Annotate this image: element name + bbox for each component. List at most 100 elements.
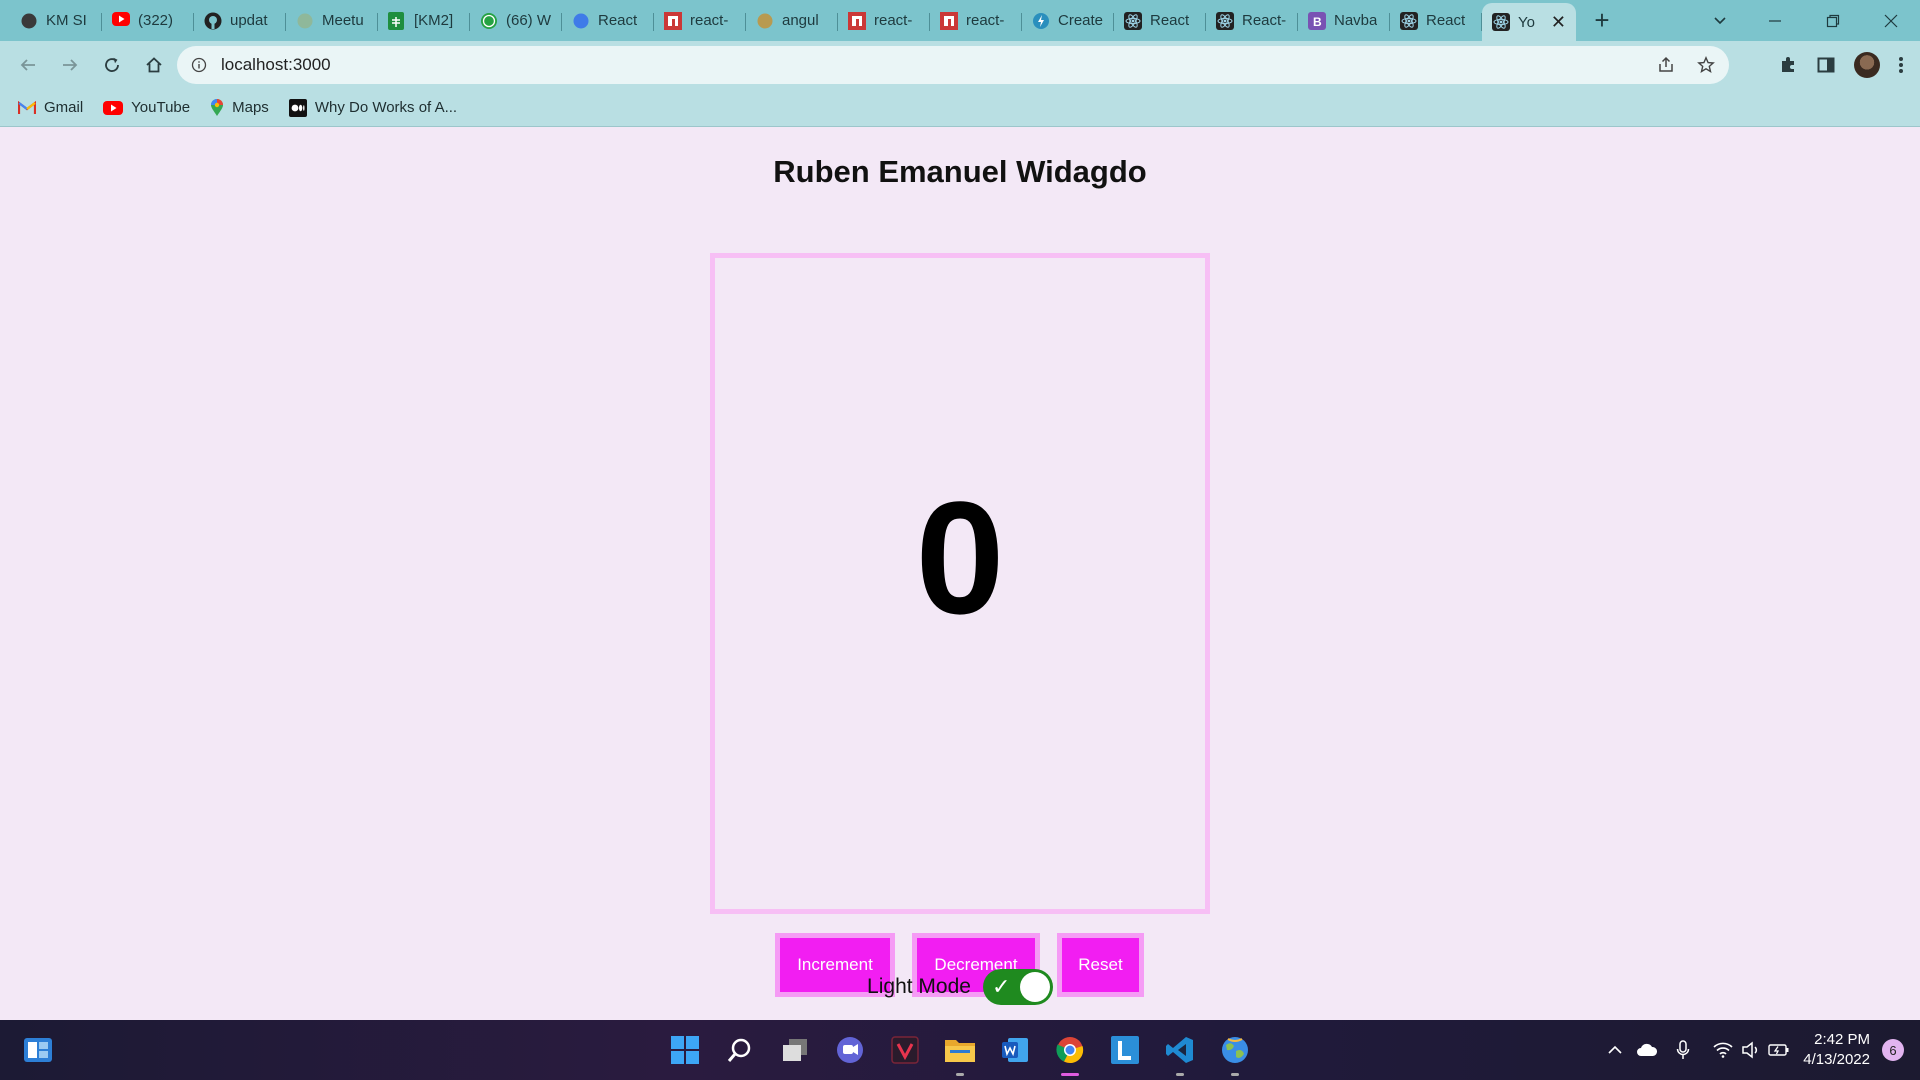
browser-tab[interactable]: React- <box>1206 4 1298 38</box>
taskbar-l-app[interactable] <box>1105 1030 1145 1070</box>
browser-tab[interactable]: [KM2] <box>378 4 470 38</box>
browser-tab[interactable]: updat <box>194 4 286 38</box>
npm-icon <box>940 11 958 30</box>
github-icon <box>204 12 222 30</box>
bookmark-label: Maps <box>232 99 269 116</box>
arrow-right-icon <box>63 59 78 71</box>
url-text[interactable]: localhost:3000 <box>221 55 331 75</box>
battery-button[interactable] <box>1765 1036 1793 1064</box>
reload-icon <box>105 57 119 72</box>
minimize-button[interactable] <box>1746 0 1804 41</box>
browser-tab[interactable]: react- <box>930 4 1022 38</box>
task-view-button[interactable] <box>775 1030 815 1070</box>
tab-search-button[interactable] <box>1705 0 1735 41</box>
tab-label: (322) <box>138 12 174 29</box>
browser-tab[interactable]: React <box>1390 4 1482 38</box>
forward-button[interactable] <box>50 45 90 85</box>
medium-icon <box>288 98 307 117</box>
react-icon <box>1400 11 1418 30</box>
onedrive-button[interactable] <box>1633 1036 1661 1064</box>
browser-tab[interactable]: angul <box>746 4 838 38</box>
show-hidden-icons-button[interactable] <box>1601 1036 1629 1064</box>
browser-tab[interactable]: react- <box>654 4 746 38</box>
restore-button[interactable] <box>1804 0 1862 41</box>
bookmark-gmail[interactable]: Gmail <box>18 99 83 116</box>
side-panel-icon[interactable] <box>1816 55 1836 75</box>
tab-label: angul <box>782 12 819 29</box>
browser-tab[interactable]: Meetu <box>286 4 378 38</box>
new-tab-button[interactable]: + <box>1582 4 1622 38</box>
extensions-puzzle-icon[interactable] <box>1778 55 1798 75</box>
share-icon[interactable] <box>1657 56 1675 74</box>
network-button[interactable] <box>1709 1036 1737 1064</box>
theme-mode-toggle[interactable]: ✓ <box>982 969 1053 1005</box>
browser-tab[interactable]: (322) <box>102 4 194 38</box>
notification-badge[interactable]: 6 <box>1882 1039 1904 1061</box>
maps-icon <box>211 98 224 116</box>
bookmark-youtube[interactable]: YouTube <box>103 99 190 116</box>
meetup-icon <box>296 12 314 30</box>
taskbar-word[interactable] <box>995 1030 1035 1070</box>
bootstrap-icon: B <box>1308 11 1326 30</box>
taskbar-chrome[interactable] <box>1050 1030 1090 1076</box>
tab-label: react- <box>690 12 729 29</box>
theme-mode-row: Light Mode ✓ <box>0 969 1920 1005</box>
tab-label: Navba <box>1334 12 1378 29</box>
clock[interactable]: 2:42 PM 4/13/2022 <box>1803 1030 1870 1070</box>
taskbar-vivaldi[interactable] <box>885 1030 925 1070</box>
home-button[interactable] <box>134 45 174 85</box>
bookmark-label: YouTube <box>131 99 191 116</box>
taskbar-search-button[interactable] <box>720 1030 760 1070</box>
teams-chat-button[interactable] <box>830 1030 870 1070</box>
back-button[interactable] <box>8 45 48 85</box>
taskbar-file-explorer[interactable] <box>940 1030 980 1076</box>
address-bar[interactable]: localhost:3000 <box>177 46 1729 84</box>
volume-button[interactable] <box>1737 1036 1765 1064</box>
earth-app-icon <box>1222 1037 1248 1063</box>
bookmarks-bar: Gmail YouTube Maps Why Do Works of A... <box>0 89 1920 127</box>
cloud-icon <box>1637 1043 1658 1056</box>
contact-icon <box>20 12 38 30</box>
chrome-icon <box>1056 1037 1084 1064</box>
widgets-button[interactable] <box>18 1030 58 1070</box>
browser-tab-strip: KM SI (322) updat Meetu [KM2] (66) W React reac… <box>0 0 1920 41</box>
bookmark-star-icon[interactable] <box>1697 56 1715 74</box>
vscode-icon <box>1166 1037 1193 1063</box>
bookmark-maps[interactable]: Maps <box>210 98 269 117</box>
chevron-down-icon <box>1714 16 1726 24</box>
taskbar-earth-app[interactable] <box>1215 1030 1255 1076</box>
clock-time: 2:42 PM <box>1814 1031 1870 1048</box>
counter-value: 0 <box>915 468 1005 647</box>
browser-tab[interactable]: React <box>1114 4 1206 38</box>
tab-label: Create <box>1058 12 1104 29</box>
search-icon <box>727 1038 751 1062</box>
tab-list: KM SI (322) updat Meetu [KM2] (66) W React reac… <box>0 0 1622 41</box>
browser-tab[interactable]: Create <box>1022 4 1114 38</box>
file-explorer-icon <box>945 1040 975 1062</box>
tab-active[interactable]: Yo ✕ <box>1482 3 1576 41</box>
browser-tab[interactable]: B Navba <box>1298 4 1390 38</box>
pencil-icon <box>756 12 774 30</box>
browser-tab[interactable]: react- <box>838 4 930 38</box>
reload-button[interactable] <box>92 45 132 85</box>
browser-tab[interactable]: (66) W <box>470 4 562 38</box>
close-icon <box>1884 14 1898 27</box>
tab-label: [KM2] <box>414 12 454 29</box>
info-icon[interactable] <box>191 57 207 73</box>
more-menu-icon[interactable] <box>1898 55 1904 75</box>
microphone-button[interactable] <box>1669 1036 1697 1064</box>
whatsapp-icon <box>480 12 498 30</box>
tab-label: react- <box>966 12 1005 29</box>
bookmark-medium[interactable]: Why Do Works of A... <box>288 98 457 117</box>
system-tray: 2:42 PM 4/13/2022 6 <box>1601 1020 1920 1080</box>
start-button[interactable] <box>665 1030 705 1070</box>
browser-tab[interactable]: KM SI <box>10 4 102 38</box>
taskbar-vscode[interactable] <box>1160 1030 1200 1076</box>
browser-tab[interactable]: React <box>562 4 654 38</box>
toggle-knob <box>1019 972 1050 1002</box>
profile-avatar[interactable] <box>1854 52 1880 78</box>
close-window-button[interactable] <box>1862 0 1920 41</box>
close-tab-icon[interactable]: ✕ <box>1551 12 1566 33</box>
task-view-icon <box>783 1039 807 1061</box>
l-app-icon <box>1111 1036 1139 1064</box>
